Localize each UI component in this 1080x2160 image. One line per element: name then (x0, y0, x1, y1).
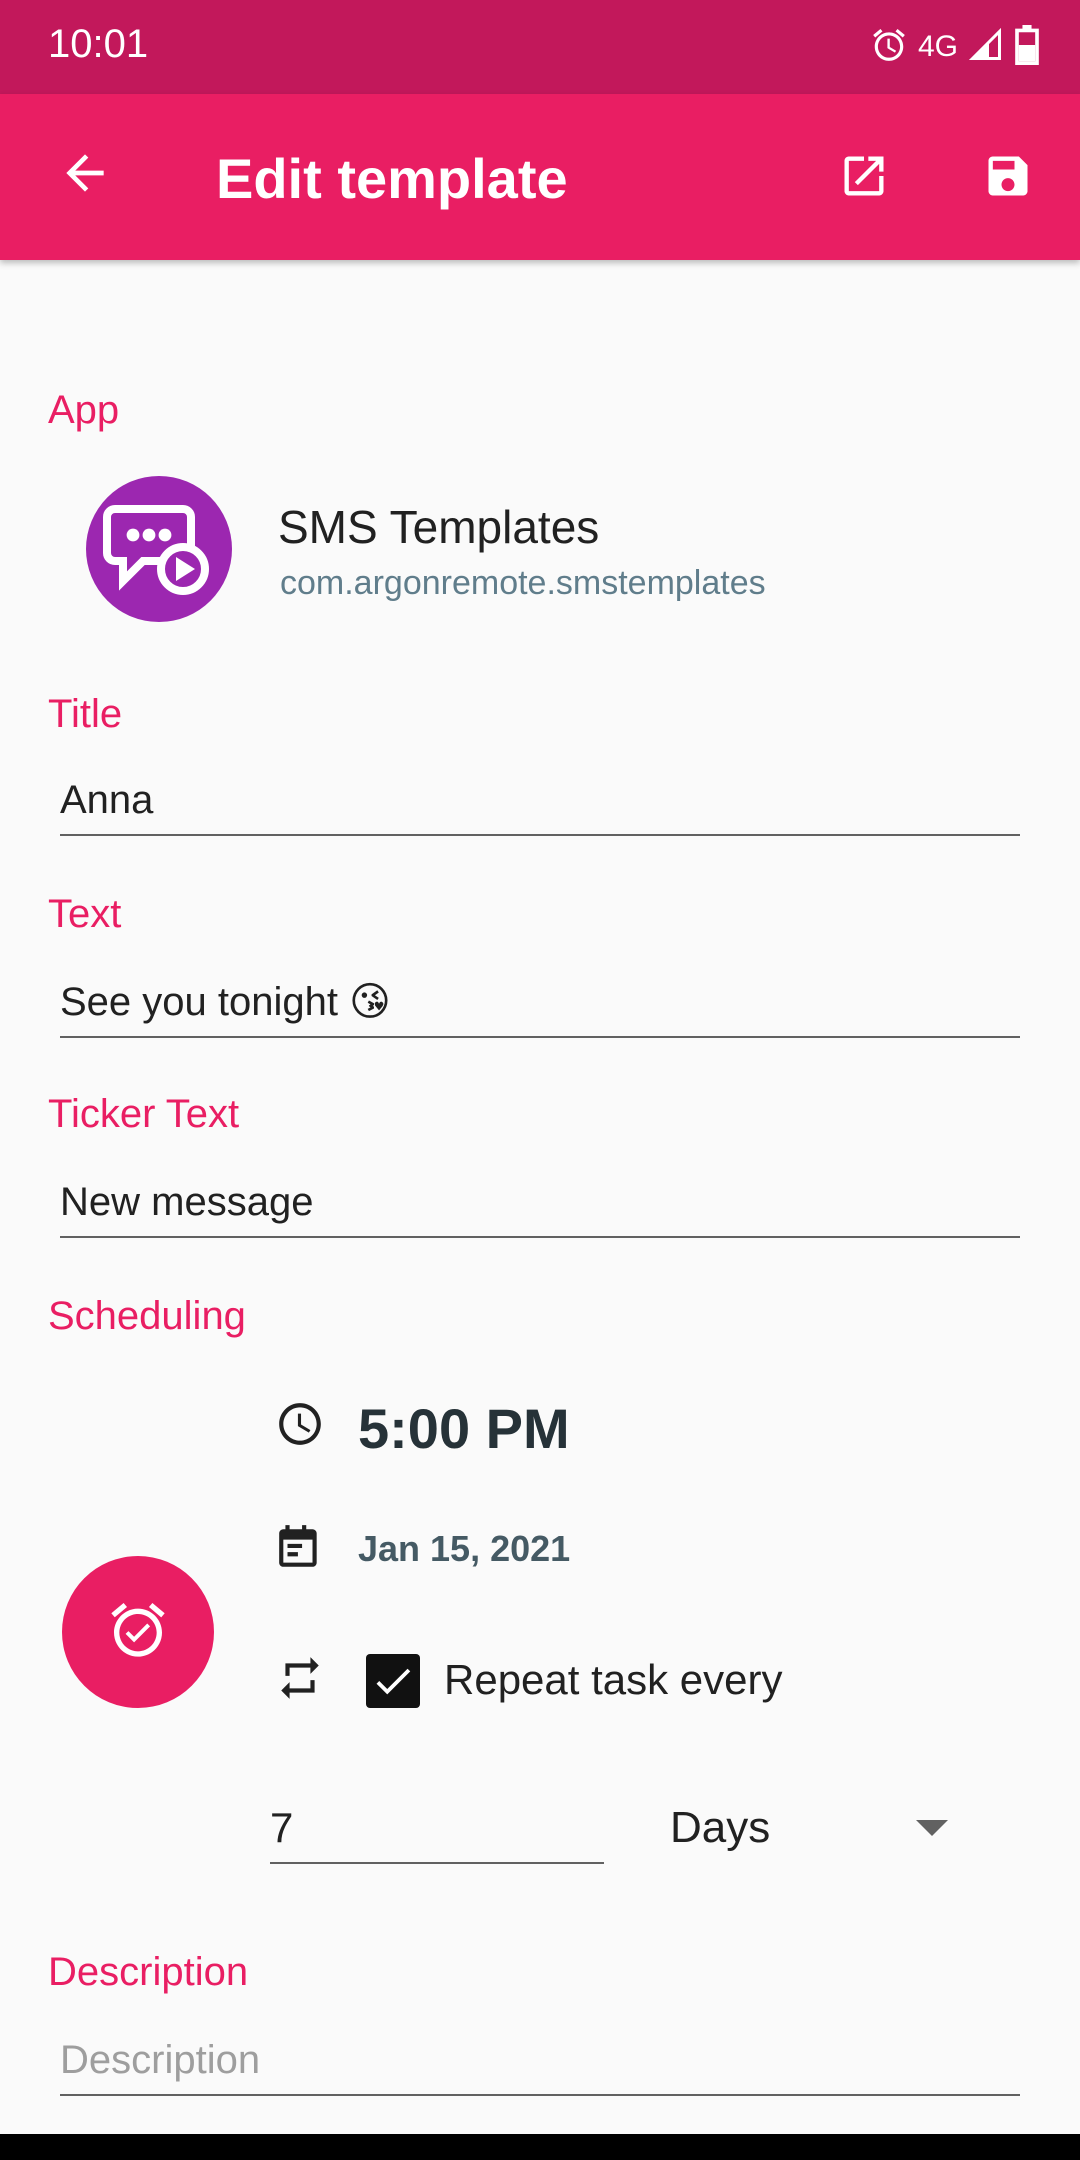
alarm-icon (870, 26, 908, 69)
clock-icon (272, 1396, 328, 1452)
repeat-icon (272, 1650, 328, 1706)
repeat-interval-field[interactable]: 7 (270, 1792, 604, 1864)
app-name: SMS Templates (278, 501, 600, 553)
back-button[interactable] (50, 140, 120, 210)
repeat-label: Repeat task every (444, 1656, 783, 1703)
alarm-button[interactable] (62, 1556, 214, 1708)
chevron-down-icon[interactable] (916, 1820, 948, 1836)
repeat-checkbox[interactable] (366, 1654, 420, 1708)
title-label: Title (48, 692, 123, 736)
text-label: Text (48, 892, 122, 936)
save-icon (982, 150, 1034, 207)
scheduling-label: Scheduling (48, 1294, 246, 1338)
status-bar: 10:01 4G (0, 0, 1080, 94)
title-field[interactable]: Anna (60, 764, 1020, 836)
page-title: Edit template (216, 147, 568, 210)
app-bar: Edit template (0, 94, 1080, 260)
description-label: Description (48, 1950, 249, 1994)
open-external-button[interactable] (826, 140, 902, 216)
description-field[interactable]: Description (60, 2024, 1020, 2096)
navigation-bar (0, 2134, 1080, 2160)
app-section-label: App (48, 388, 120, 432)
app-package: com.argonremote.smstemplates (280, 564, 766, 602)
ticker-text-field[interactable]: New message (60, 1166, 1020, 1238)
open-external-icon (838, 150, 890, 207)
sms-templates-app-icon[interactable] (86, 476, 232, 622)
battery-icon (1014, 24, 1040, 70)
network-type: 4G (917, 30, 958, 63)
calendar-icon (272, 1520, 328, 1576)
ticker-text-label: Ticker Text (48, 1092, 240, 1136)
signal-icon (968, 27, 1004, 68)
status-time: 10:01 (48, 22, 149, 66)
status-icons: 4G (870, 22, 1040, 72)
arrow-back-icon (57, 145, 113, 206)
save-button[interactable] (970, 140, 1046, 216)
scheduled-date[interactable]: Jan 15, 2021 (358, 1528, 570, 1570)
alarm-check-icon (106, 1598, 170, 1667)
scheduled-time[interactable]: 5:00 PM (358, 1396, 570, 1461)
text-field[interactable]: See you tonight 😘 (60, 966, 1020, 1038)
